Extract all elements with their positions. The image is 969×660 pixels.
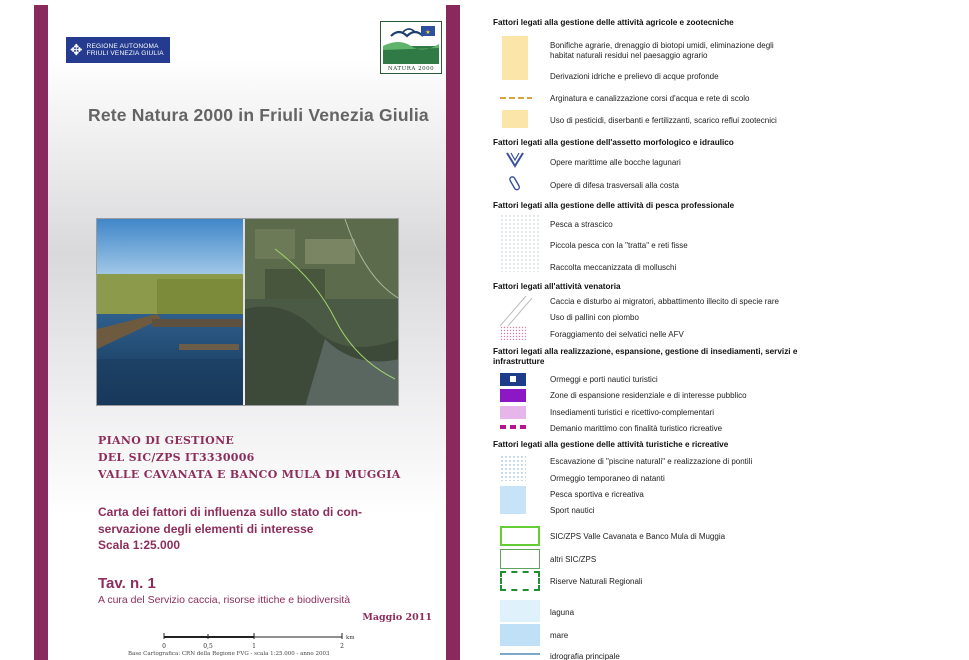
legend-item-espansione-residenziale: Zone di espansione residenziale e di int… <box>550 391 747 400</box>
legend-item-opere-difesa: Opere di difesa trasversali alla costa <box>550 181 679 190</box>
legend-item-foraggiamento: Foraggiamento dei selvatici nelle AFV <box>550 330 684 339</box>
aerial-photo <box>245 219 398 405</box>
legend-item-piccola-pesca: Piccola pesca con la "tratta" e reti fis… <box>550 241 688 250</box>
cover-photos <box>96 218 399 406</box>
residential-swatch <box>500 389 526 402</box>
legend-section-tourism-title: Fattori legati alla gestione delle attiv… <box>493 440 729 449</box>
canal-photo <box>97 219 243 405</box>
hunting-hatch-swatch <box>500 296 532 326</box>
legend-section-hunting-title: Fattori legati all'attività venatoria <box>493 282 621 291</box>
scale-tick-0-5: 0,5 <box>203 643 213 650</box>
dyke-line-symbol <box>500 97 532 99</box>
map-title: Carta dei fattori di influenza sullo sta… <box>98 505 363 536</box>
scale-tick-2: 2 <box>340 643 344 650</box>
basemap-note: Base Cartografica: CRN della Regione FVG… <box>128 651 330 657</box>
cover-body: ✥ REGIONE AUTONOMA FRIULI VENEZIA GIULIA… <box>48 5 446 660</box>
region-logo-text: REGIONE AUTONOMA FRIULI VENEZIA GIULIA <box>86 43 164 57</box>
legend-item-pesticidi: Uso di pesticidi, diserbanti e fertilizz… <box>550 116 777 125</box>
legend-section-settlements-title: Fattori legati alla realizzazione, espan… <box>493 347 798 356</box>
legend-item-insediamenti-turistici: Insediamenti turistici e ricettivo-compl… <box>550 408 715 417</box>
cover-title: Rete Natura 2000 in Friuli Venezia Giuli… <box>88 105 429 125</box>
legend-item-raccolta-molluschi: Raccolta meccanizzata di molluschi <box>550 263 677 272</box>
legend-section-morphology-title: Fattori legati alla gestione dell'assett… <box>493 138 734 147</box>
natura-2000-logo: ★ NATURA 2000 <box>380 21 442 74</box>
legend-item-demanio: Demanio marittimo con finalità turistico… <box>550 424 723 433</box>
laguna-swatch <box>500 600 540 622</box>
legend-item-pallini-piombo: Uso di pallini con piombo <box>550 313 639 322</box>
legend-item-ormeggi-porti: Ormeggi e porti nautici turistici <box>550 375 658 384</box>
afv-dot-swatch <box>500 326 526 340</box>
legend-item-bonifiche-cont: habitat naturali residui nel paesaggio a… <box>550 51 708 60</box>
publication-date: Maggio 2011 <box>362 612 432 623</box>
demanio-line-symbol <box>500 425 528 429</box>
legend-item-derivazioni: Derivazioni idriche e prelievo di acque … <box>550 72 719 81</box>
eagle-icon: ✥ <box>70 42 83 59</box>
cover-right-band <box>446 5 460 660</box>
port-swatch <box>500 373 526 386</box>
region-logo: ✥ REGIONE AUTONOMA FRIULI VENEZIA GIULIA <box>66 37 170 63</box>
anchor-icon <box>510 376 516 382</box>
legend-item-mare: mare <box>550 631 569 640</box>
scale-tick-1: 1 <box>252 643 256 650</box>
legend-item-opere-marittime: Opere marittime alle bocche lagunari <box>550 158 681 167</box>
tourist-settlement-swatch <box>500 406 526 419</box>
legend-section-fishing-title: Fattori legati alla gestione delle attiv… <box>493 201 735 210</box>
cover-left-band <box>34 5 48 660</box>
fishing-pattern-swatch <box>500 214 540 272</box>
legend-item-sic-cavanata: SIC/ZPS Valle Cavanata e Banco Mula di M… <box>550 532 726 541</box>
mare-swatch <box>500 624 540 646</box>
cover-page: ✥ REGIONE AUTONOMA FRIULI VENEZIA GIULIA… <box>34 5 460 660</box>
natura-bird-icon: ★ <box>383 26 439 64</box>
recreation-swatch <box>500 486 526 514</box>
sic-other-boundary-swatch <box>500 549 540 569</box>
plan-line-3: VALLE CAVANATA E BANCO MULA DI MUGGIA <box>98 468 401 481</box>
excavation-dot-swatch <box>500 455 526 481</box>
scale-tick-0: 0 <box>162 643 166 650</box>
reserve-boundary-swatch <box>500 571 540 591</box>
natura-logo-text: NATURA 2000 <box>387 66 435 72</box>
legend-item-riserve: Riserve Naturali Regionali <box>550 577 643 586</box>
plan-line-1: PIANO DI GESTIONE <box>98 434 235 447</box>
table-number: Tav. n. 1 <box>98 575 156 592</box>
legend-item-pesca-strascico: Pesca a strascico <box>550 220 613 229</box>
curated-by: A cura del Servizio caccia, risorse itti… <box>98 594 351 606</box>
legend-item-caccia-migratori: Caccia e disturbo ai migratori, abbattim… <box>550 297 779 306</box>
coastal-defense-icon <box>509 176 521 191</box>
river-line-symbol <box>500 653 540 655</box>
plan-line-2: DEL SIC/ZPS IT3330006 <box>98 451 255 464</box>
sic-main-boundary-swatch <box>500 526 540 546</box>
legend-section-settlements-title-cont: infrastrutture <box>493 357 545 366</box>
legend-item-bonifiche: Bonifiche agrarie, drenaggio di biotopi … <box>550 41 774 50</box>
agri-fill-swatch <box>502 36 528 80</box>
legend-item-escavazione: Escavazione di "piscine naturali" e real… <box>550 457 753 466</box>
legend-item-pesca-sportiva: Pesca sportiva e ricreativa <box>550 490 644 499</box>
legend-item-sport-nautici: Sport nautici <box>550 506 595 515</box>
legend-item-laguna: laguna <box>550 608 575 617</box>
pesticide-swatch <box>502 110 528 128</box>
svg-text:★: ★ <box>425 29 430 36</box>
map-legend: Fattori legati alla gestione delle attiv… <box>480 0 969 660</box>
legend-item-arginatura: Arginatura e canalizzazione corsi d'acqu… <box>550 94 750 103</box>
legend-item-altri-sic: altri SIC/ZPS <box>550 555 597 564</box>
map-scale: Scala 1:25.000 <box>98 538 181 552</box>
legend-section-agriculture-title: Fattori legati alla gestione delle attiv… <box>493 18 734 27</box>
legend-item-idrografia: idrografia principale <box>550 652 620 660</box>
scale-unit: km <box>346 635 355 641</box>
legend-item-ormeggio-temporaneo: Ormeggio temporaneo di natanti <box>550 474 665 483</box>
maritime-works-icon <box>506 152 524 168</box>
